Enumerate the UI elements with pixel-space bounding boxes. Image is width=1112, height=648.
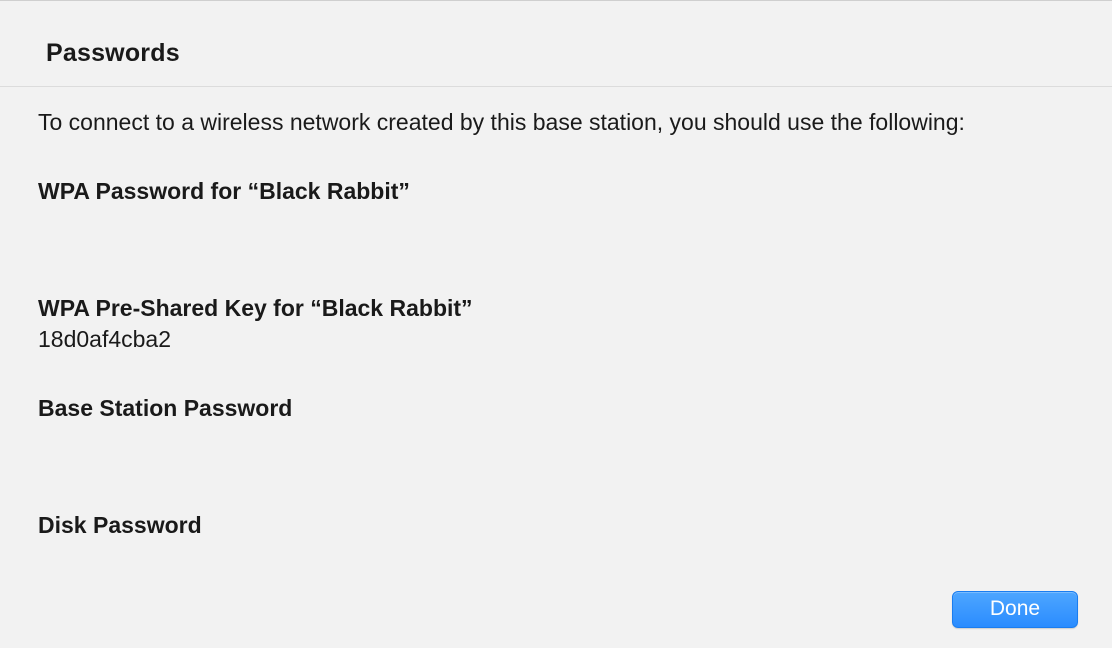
intro-text: To connect to a wireless network created… <box>38 107 1074 138</box>
disk-password-title: Disk Password <box>38 510 1074 541</box>
wpa-password-section: WPA Password for “Black Rabbit” <box>38 176 1074 207</box>
disk-password-section: Disk Password <box>38 510 1074 541</box>
footer: Done <box>952 591 1078 628</box>
base-station-title: Base Station Password <box>38 393 1074 424</box>
wpa-psk-title: WPA Pre-Shared Key for “Black Rabbit” <box>38 293 1074 324</box>
header: Passwords <box>0 1 1112 87</box>
spacer <box>38 245 1074 293</box>
content-area: To connect to a wireless network created… <box>0 87 1112 541</box>
base-station-section: Base Station Password <box>38 393 1074 424</box>
wpa-psk-value: 18d0af4cba2 <box>38 324 1074 355</box>
done-button[interactable]: Done <box>952 591 1078 628</box>
spacer <box>38 462 1074 510</box>
wpa-psk-section: WPA Pre-Shared Key for “Black Rabbit” 18… <box>38 293 1074 355</box>
wpa-password-title: WPA Password for “Black Rabbit” <box>38 176 1074 207</box>
page-title: Passwords <box>46 39 1102 68</box>
